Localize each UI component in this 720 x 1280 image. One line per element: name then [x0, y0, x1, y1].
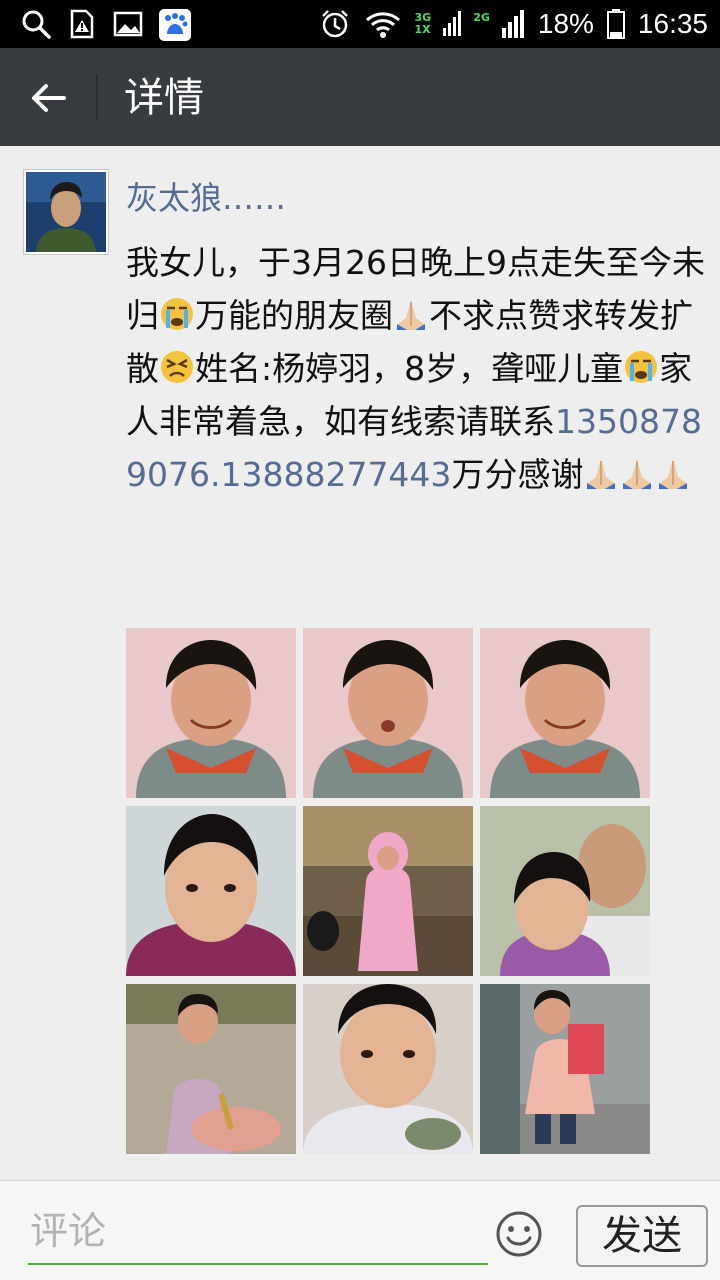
photo-9[interactable]	[480, 984, 650, 1154]
post-text: 我女儿，于3月26日晚上9点走失至今未归 万能的朋友圈 不求点赞求转发扩散 姓名:杨婷…	[126, 236, 706, 501]
network-type-1: 3G 1X	[415, 12, 432, 36]
wifi-icon	[363, 8, 403, 40]
page-title: 详情	[124, 75, 204, 121]
praying-hands-icon-4	[655, 453, 691, 489]
send-button[interactable]: 发送	[576, 1205, 708, 1267]
status-bar: 3G 1X 2G 18% 16:35	[0, 0, 720, 48]
photo-2[interactable]	[303, 628, 473, 798]
photo-6[interactable]	[480, 806, 650, 976]
warning-file-icon	[66, 8, 98, 40]
comment-bar: 评论 发送	[0, 1180, 720, 1280]
alarm-icon	[319, 8, 351, 40]
smiley-icon	[496, 1211, 542, 1257]
battery-icon	[606, 8, 626, 40]
persevering-face-icon	[159, 347, 195, 383]
network-label-1x: 1X	[414, 23, 431, 36]
clock-time: 16:35	[637, 8, 708, 39]
avatar-photo	[26, 172, 106, 252]
photo-1[interactable]	[126, 628, 296, 798]
photo-8[interactable]	[303, 984, 473, 1154]
baidu-app-icon	[158, 8, 191, 41]
battery-percent: 18%	[537, 8, 594, 39]
emoji-button[interactable]	[494, 1209, 544, 1259]
post-username[interactable]: 灰太狼……	[126, 176, 286, 220]
network-type-2: 2G	[473, 12, 490, 36]
praying-hands-icon-3	[619, 453, 655, 489]
photo-4[interactable]	[126, 806, 296, 976]
app-bar-divider	[96, 74, 98, 120]
post-text-part-2: 万能的朋友圈	[195, 296, 393, 335]
back-button[interactable]	[22, 72, 74, 124]
post-text-part-6: 万分感谢	[451, 455, 584, 494]
crying-emoji-icon-2	[623, 347, 659, 383]
post-text-part-4: 姓名:杨婷羽，8岁，聋哑儿童	[195, 349, 624, 388]
image-icon	[112, 8, 144, 40]
photo-5[interactable]	[303, 806, 473, 976]
photo-7[interactable]	[126, 984, 296, 1154]
post-detail: 灰太狼…… 我女儿，于3月26日晚上9点走失至今未归 万能的朋友圈 不求点赞求转发扩…	[0, 146, 720, 1180]
back-arrow-icon	[32, 84, 66, 112]
network-label-blank	[473, 24, 490, 36]
photo-grid	[126, 628, 652, 1154]
crying-emoji-icon	[159, 294, 195, 330]
praying-hands-icon	[393, 294, 429, 330]
comment-input[interactable]: 评论	[28, 1201, 488, 1265]
signal-icon-2	[501, 8, 526, 40]
signal-icon-1	[443, 8, 462, 40]
search-icon	[20, 8, 52, 40]
praying-hands-icon-2	[583, 453, 619, 489]
avatar[interactable]	[24, 170, 108, 254]
app-bar: 详情	[0, 48, 720, 146]
photo-3[interactable]	[480, 628, 650, 798]
